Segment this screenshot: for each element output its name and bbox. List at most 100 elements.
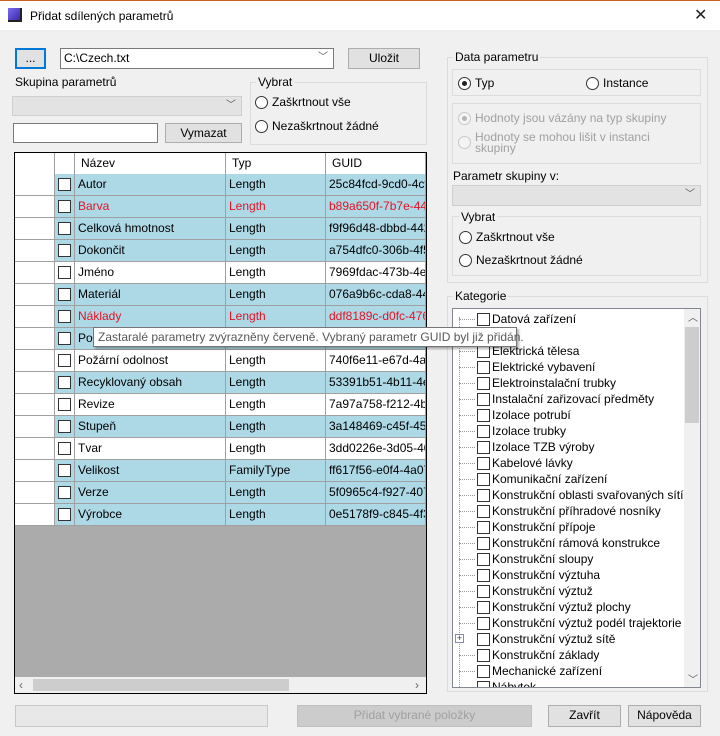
row-checkbox[interactable] <box>58 486 71 499</box>
category-item[interactable]: Konstrukční rámová konstrukce <box>453 535 660 551</box>
row-checkbox[interactable] <box>58 310 71 323</box>
category-checkbox[interactable] <box>477 536 490 550</box>
category-item[interactable]: + Konstrukční výztuž sítě <box>453 631 615 647</box>
add-selected-button[interactable]: Přidat vybrané položky <box>297 705 532 727</box>
close-button[interactable]: Zavřít <box>548 705 621 727</box>
category-checkbox[interactable] <box>477 472 490 486</box>
column-header-type[interactable]: Typ <box>226 153 326 175</box>
check-all-radio-right[interactable]: Zaškrtnout vše <box>459 230 555 244</box>
instance-radio[interactable]: Instance <box>586 76 648 90</box>
row-checkbox[interactable] <box>58 200 71 213</box>
category-checkbox[interactable] <box>477 616 490 630</box>
category-checkbox[interactable] <box>477 408 490 422</box>
table-row[interactable]: Stupeň Length 3a148469-c45f-458a <box>15 416 426 438</box>
horizontal-scrollbar[interactable]: ‹ › <box>15 677 426 693</box>
category-checkbox[interactable] <box>477 568 490 582</box>
row-checkbox[interactable] <box>58 332 71 345</box>
category-checkbox[interactable] <box>477 600 490 614</box>
row-checkbox[interactable] <box>58 266 71 279</box>
row-header[interactable] <box>15 262 55 284</box>
category-item[interactable]: Elektroinstalační trubky <box>453 375 616 391</box>
table-row[interactable]: Materiál Length 076a9b6c-cda8-44ea <box>15 284 426 306</box>
row-checkbox[interactable] <box>58 178 71 191</box>
table-row[interactable]: Autor Length 25c84fcd-9cd0-4cfa- <box>15 174 426 196</box>
table-row[interactable]: Velikost FamilyType ff617f56-e0f4-4a07-a <box>15 460 426 482</box>
category-item[interactable]: Mechanické zařízení <box>453 663 602 679</box>
category-item[interactable]: Konstrukční výztuha <box>453 567 600 583</box>
category-item[interactable]: Konstrukční výztuž <box>453 583 593 599</box>
category-checkbox[interactable] <box>477 648 490 662</box>
column-header-guid[interactable]: GUID <box>326 153 426 175</box>
table-row[interactable]: Jméno Length 7969fdac-473b-4e59 <box>15 262 426 284</box>
scroll-thumb[interactable] <box>33 679 289 691</box>
bound-type-radio[interactable]: Hodnoty jsou vázány na typ skupiny <box>458 111 666 125</box>
category-item[interactable]: Instalační zařizovací předměty <box>453 391 654 407</box>
scroll-right-icon[interactable]: › <box>415 678 419 692</box>
row-checkbox[interactable] <box>58 442 71 455</box>
row-checkbox[interactable] <box>58 508 71 521</box>
row-header[interactable] <box>15 438 55 460</box>
clear-button[interactable]: Vymazat <box>165 123 242 143</box>
row-header[interactable] <box>15 240 55 262</box>
filter-input[interactable] <box>13 123 158 143</box>
row-checkbox[interactable] <box>58 288 71 301</box>
scroll-thumb[interactable] <box>685 327 699 423</box>
row-header[interactable] <box>15 218 55 240</box>
check-all-radio-left[interactable]: Zaškrtnout vše <box>255 95 351 109</box>
scroll-up-icon[interactable]: ︿ <box>688 309 698 324</box>
check-none-radio-right[interactable]: Nezaškrtnout žádné <box>459 253 583 267</box>
category-checkbox[interactable] <box>477 584 490 598</box>
row-header[interactable] <box>15 196 55 218</box>
category-checkbox[interactable] <box>477 424 490 438</box>
row-checkbox[interactable] <box>58 376 71 389</box>
row-checkbox[interactable] <box>58 398 71 411</box>
row-header[interactable] <box>15 372 55 394</box>
scroll-left-icon[interactable]: ‹ <box>19 678 23 692</box>
category-item[interactable]: Nábytek <box>453 679 536 687</box>
category-checkbox[interactable] <box>477 680 490 687</box>
category-checkbox[interactable] <box>477 520 490 534</box>
category-checkbox[interactable] <box>477 312 490 326</box>
category-item[interactable]: Datová zařízení <box>453 311 576 327</box>
table-row[interactable]: Náklady Length ddf8189c-d0fc-4764- <box>15 306 426 328</box>
browse-button[interactable]: ... <box>15 48 46 69</box>
category-item[interactable]: Konstrukční základy <box>453 647 599 663</box>
vertical-scrollbar[interactable]: ︿ ﹀ <box>684 309 700 687</box>
table-row[interactable]: Tvar Length 3dd0226e-3d05-402a <box>15 438 426 460</box>
table-row[interactable]: Celková hmotnost Length f9f96d48-dbbd-44… <box>15 218 426 240</box>
row-header[interactable] <box>15 416 55 438</box>
row-checkbox[interactable] <box>58 420 71 433</box>
table-row[interactable]: Požární odolnost Length 740f6e11-e67d-4a… <box>15 350 426 372</box>
category-item[interactable]: Konstrukční sloupy <box>453 551 593 567</box>
column-header-name[interactable]: Název <box>75 153 226 175</box>
category-checkbox[interactable] <box>477 552 490 566</box>
row-header[interactable] <box>15 504 55 526</box>
category-item[interactable]: Izolace potrubí <box>453 407 571 423</box>
row-header[interactable] <box>15 284 55 306</box>
category-checkbox[interactable] <box>477 440 490 454</box>
row-header[interactable] <box>15 174 55 196</box>
table-row[interactable]: Výrobce Length 0e5178f9-c845-4f3c- <box>15 504 426 526</box>
category-item[interactable]: Konstrukční přípoje <box>453 519 595 535</box>
category-item[interactable]: Konstrukční výztuž podél trajektorie <box>453 615 681 631</box>
category-item[interactable]: Izolace TZB výroby <box>453 439 594 455</box>
table-row[interactable]: Barva Length b89a650f-7b7e-44ff-8 <box>15 196 426 218</box>
category-checkbox[interactable] <box>477 504 490 518</box>
row-header[interactable] <box>15 394 55 416</box>
save-button[interactable]: Uložit <box>348 48 420 69</box>
row-header[interactable] <box>15 306 55 328</box>
table-row[interactable]: Verze Length 5f0965c4-f927-407e- <box>15 482 426 504</box>
row-header[interactable] <box>15 328 55 350</box>
category-checkbox[interactable] <box>477 488 490 502</box>
type-radio[interactable]: Typ <box>458 76 494 90</box>
category-checkbox[interactable] <box>477 664 490 678</box>
check-none-radio-left[interactable]: Nezaškrtnout žádné <box>255 119 379 133</box>
row-checkbox[interactable] <box>58 222 71 235</box>
category-item[interactable]: Konstrukční příhradové nosníky <box>453 503 661 519</box>
category-item[interactable]: Konstrukční oblasti svařovaných sítí <box>453 487 683 503</box>
row-header[interactable] <box>15 460 55 482</box>
category-item[interactable]: Izolace trubky <box>453 423 566 439</box>
category-item[interactable]: Konstrukční výztuž plochy <box>453 599 631 615</box>
expand-icon[interactable]: + <box>455 634 464 643</box>
help-button[interactable]: Nápověda <box>628 705 701 727</box>
